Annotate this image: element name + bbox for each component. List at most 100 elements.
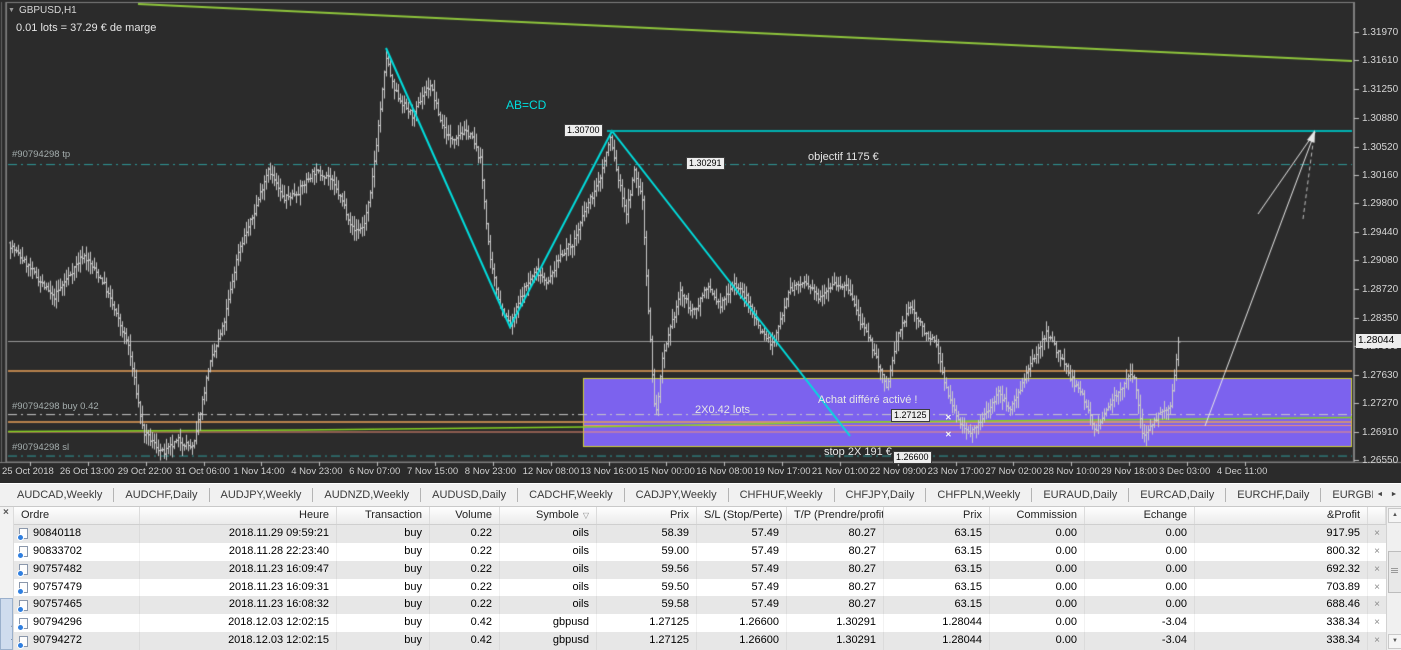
order-cell: 1.28044 — [884, 614, 990, 633]
symbol-tab[interactable]: AUDCAD,Weekly — [6, 488, 115, 502]
order-cell: oils — [500, 578, 597, 597]
order-row[interactable]: 90757479 2018.11.23 16:09:31 buy 0.22 oils 59… — [14, 578, 1386, 597]
order-row[interactable]: 90833702 2018.11.28 22:23:40 buy 0.22 oils 59… — [14, 542, 1386, 561]
tabs-scroll-right-icon[interactable]: ► — [1387, 485, 1401, 505]
order-cell: 0.00 — [1085, 525, 1195, 543]
order-cell: 1.26600 — [697, 632, 787, 650]
price-axis-label: 1.26550 — [1362, 455, 1399, 466]
order-doc-icon — [17, 599, 28, 613]
column-header[interactable]: S/L (Stop/Perte) — [697, 507, 787, 524]
order-cell: 1.26600 — [697, 614, 787, 633]
price-axis-label: 1.27270 — [1362, 398, 1399, 410]
chart-symbol-dropdown[interactable]: ▼ GBPUSD,H1 — [8, 5, 77, 16]
pending-activated-label: Achat différé activé ! — [818, 394, 918, 406]
order-close-icon[interactable]: × — [1368, 525, 1386, 543]
order-close-icon[interactable]: × — [1368, 543, 1386, 561]
symbol-tab[interactable]: CHFPLN,Weekly — [926, 488, 1033, 502]
time-axis-label: 29 Nov 18:00 — [1101, 466, 1158, 477]
order-row[interactable]: 90840118 2018.11.29 09:59:21 buy 0.22 oils 58… — [14, 525, 1386, 543]
order-doc-icon — [17, 582, 28, 595]
terminal-tab[interactable]: minal — [0, 598, 13, 650]
order-row[interactable]: 90757482 2018.11.23 16:09:47 buy 0.22 oils 59… — [14, 560, 1386, 579]
column-header[interactable]: Prix — [884, 507, 990, 524]
order-cell: 90757465 — [14, 596, 140, 615]
symbol-tab[interactable]: CHFHUF,Weekly — [729, 488, 835, 502]
column-header[interactable]: T/P (Prendre/profit) — [787, 507, 884, 524]
table-scrollbar[interactable]: ▲ ▼ — [1386, 507, 1401, 650]
column-header[interactable]: Prix — [597, 507, 697, 524]
symbol-tabs-bar: AUDCAD,Weekly AUDCHF,Daily AUDJPY,Weekly AU… — [0, 483, 1401, 507]
order-row[interactable]: 90757465 2018.11.23 16:08:32 buy 0.22 oils 59… — [14, 596, 1386, 615]
order-cell: gbpusd — [500, 632, 597, 650]
mt4-window: ▼ GBPUSD,H1 0.01 lots = 37.29 € de marge … — [0, 0, 1401, 650]
order-cell: 0.22 — [430, 542, 500, 561]
price-axis-label: 1.29440 — [1362, 226, 1399, 238]
order-cell: 1.28044 — [884, 632, 990, 650]
order-cell: 57.49 — [697, 560, 787, 579]
time-axis-label: 25 Oct 2018 — [2, 466, 54, 477]
order-cell: 2018.11.29 09:59:21 — [140, 525, 337, 543]
column-header[interactable]: Echange — [1085, 507, 1195, 524]
time-axis-label: 4 Nov 23:00 — [291, 466, 343, 477]
order-cell: 80.27 — [787, 596, 884, 615]
symbol-tabs: AUDCAD,Weekly AUDCHF,Daily AUDJPY,Weekly AU… — [0, 488, 1373, 502]
symbol-tab[interactable]: EURGBP,Daily — [1321, 488, 1372, 502]
orders-table-body: 90840118 2018.11.29 09:59:21 buy 0.22 oils 58… — [14, 525, 1386, 650]
column-header[interactable]: Commission — [990, 507, 1085, 524]
order-row[interactable]: 90794272 2018.12.03 12:02:15 buy 0.42 gbpusd… — [14, 632, 1386, 650]
price-box-tp[interactable]: 1.30291 — [686, 157, 725, 170]
column-header[interactable]: Ordre — [14, 507, 140, 524]
order-cell: 1.27125 — [597, 632, 697, 650]
sort-icon: ▽ — [582, 511, 589, 520]
order-close-icon[interactable]: × — [1368, 596, 1386, 614]
order-cell: 90794296 — [14, 614, 140, 633]
order-close-icon[interactable]: × — [1368, 632, 1386, 650]
column-header[interactable]: &Profit — [1195, 507, 1368, 524]
order-cell: 2018.12.03 12:02:15 — [140, 632, 337, 650]
order-close-icon[interactable]: × — [1368, 561, 1386, 579]
symbol-tab[interactable]: CHFJPY,Daily — [835, 488, 927, 502]
order-cell: 57.49 — [697, 578, 787, 597]
symbol-tab[interactable]: AUDCHF,Daily — [114, 488, 210, 502]
tabs-scroll-left-icon[interactable]: ◄ — [1373, 485, 1387, 505]
column-header[interactable]: Symbole ▽ — [500, 507, 597, 524]
column-header[interactable]: Volume — [430, 507, 500, 524]
price-box-resistance[interactable]: 1.30700 — [564, 124, 603, 137]
order-cell: 0.00 — [1085, 560, 1195, 579]
object-close-icon[interactable]: ✕ — [945, 413, 952, 422]
price-axis-label: 1.27630 — [1362, 369, 1399, 381]
order-cell: 0.22 — [430, 596, 500, 615]
order-cell: 59.56 — [597, 560, 697, 579]
terminal-close-icon[interactable]: × — [3, 507, 9, 518]
price-box-sl[interactable]: 1.26600 — [893, 451, 932, 464]
terminal-side-strip: × minal — [0, 507, 14, 650]
order-close-icon[interactable]: × — [1368, 614, 1386, 632]
order-doc-icon — [17, 617, 28, 631]
order-cell: 0.00 — [990, 525, 1085, 543]
column-header[interactable]: Heure — [140, 507, 337, 524]
symbol-tab[interactable]: AUDUSD,Daily — [421, 488, 519, 502]
price-box-buy[interactable]: 1.27125 — [891, 409, 930, 422]
scrollbar-thumb[interactable] — [1388, 551, 1401, 593]
order-cell: 0.00 — [990, 542, 1085, 561]
symbol-tab[interactable]: CADJPY,Weekly — [625, 488, 729, 502]
symbol-tab[interactable]: EURCHF,Daily — [1226, 488, 1322, 502]
symbol-tab[interactable]: AUDNZD,Weekly — [313, 488, 422, 502]
price-axis-label: 1.31610 — [1362, 55, 1399, 67]
symbol-tab[interactable]: EURAUD,Daily — [1032, 488, 1130, 502]
order-cell: 57.49 — [697, 525, 787, 543]
order-close-icon[interactable]: × — [1368, 579, 1386, 597]
symbol-tab[interactable]: EURCAD,Daily — [1129, 488, 1227, 502]
column-header[interactable]: Transaction — [337, 507, 430, 524]
object-close-icon[interactable]: ✕ — [945, 430, 952, 439]
scroll-up-icon[interactable]: ▲ — [1388, 508, 1401, 523]
order-tp-label: #90794298 tp — [12, 149, 71, 160]
symbol-tab[interactable]: CADCHF,Weekly — [518, 488, 625, 502]
order-cell: 0.00 — [1085, 578, 1195, 597]
order-row[interactable]: 90794296 2018.12.03 12:02:15 buy 0.42 gbpusd… — [14, 614, 1386, 633]
symbol-tab[interactable]: AUDJPY,Weekly — [210, 488, 314, 502]
order-doc-icon — [17, 635, 28, 649]
scroll-down-icon[interactable]: ▼ — [1388, 634, 1401, 649]
order-cell: 0.00 — [1085, 542, 1195, 561]
current-price-tag: 1.28044 — [1356, 334, 1401, 348]
